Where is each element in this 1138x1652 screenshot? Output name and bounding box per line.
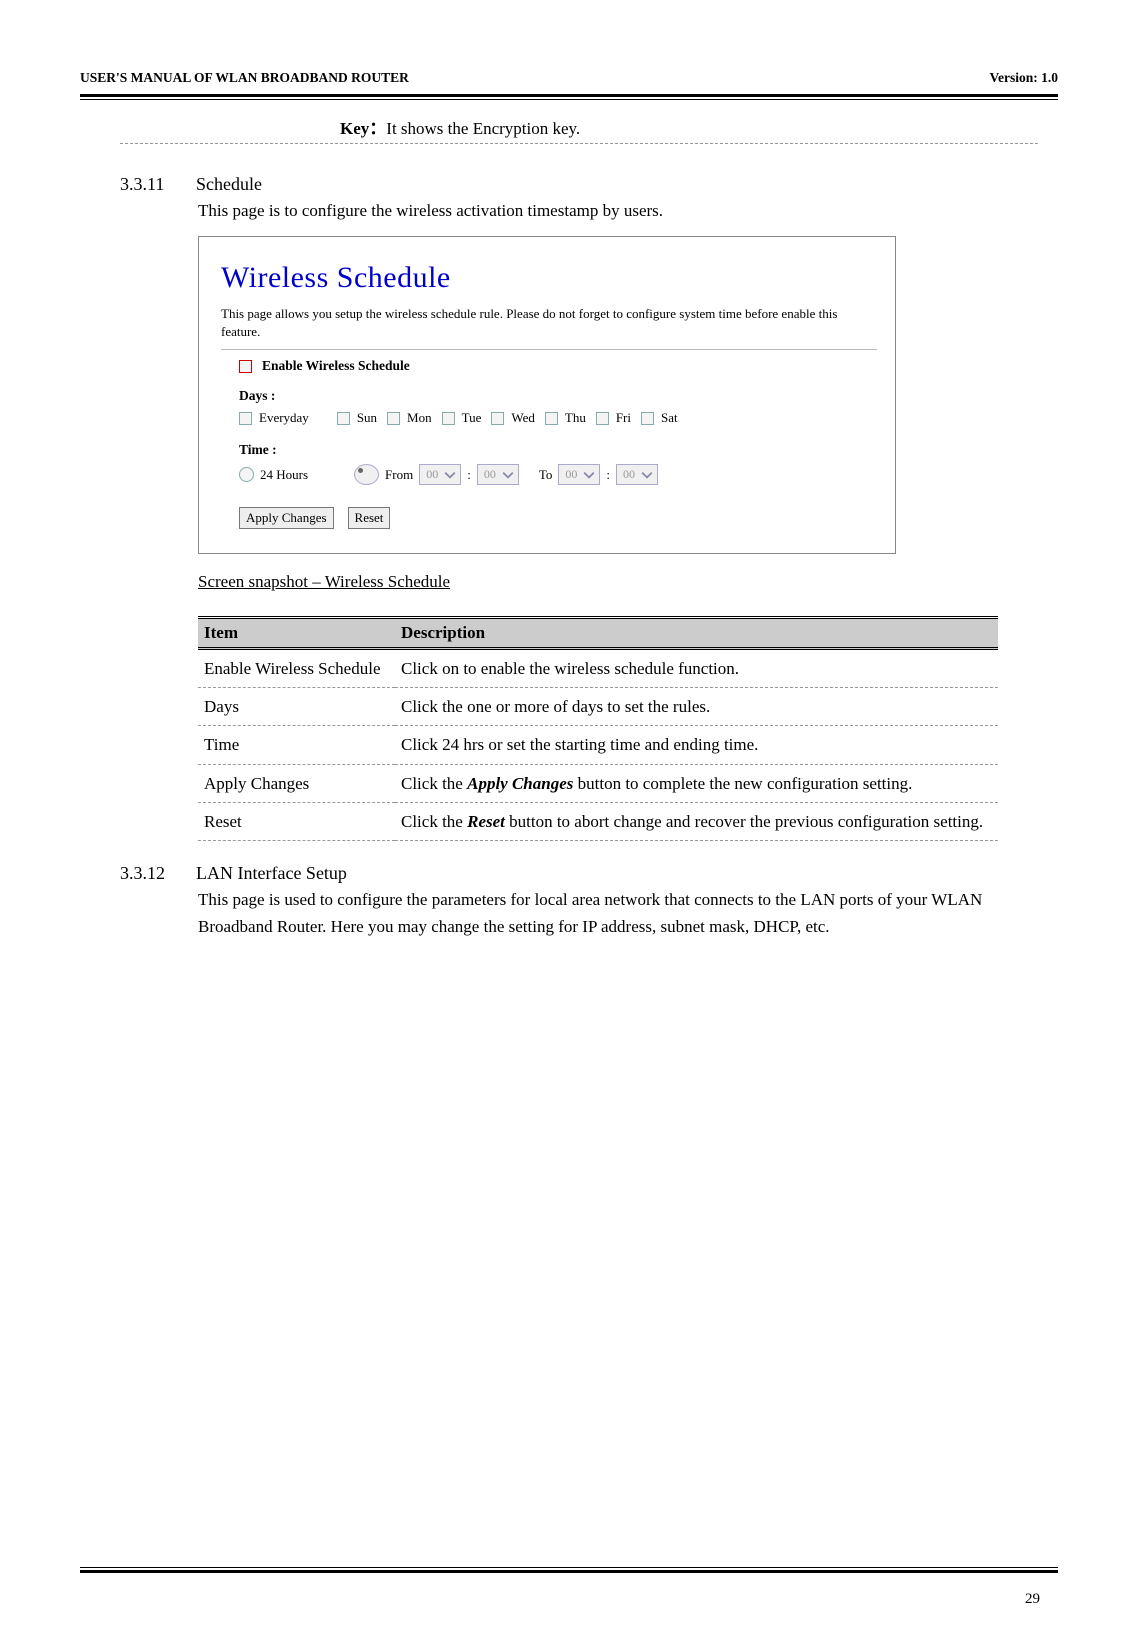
chevron-down-icon (502, 469, 514, 481)
day-label: Wed (511, 410, 535, 426)
table-cell: Click the one or more of days to set the… (395, 688, 998, 726)
wed-checkbox[interactable] (491, 412, 504, 425)
time-label: Time : (239, 442, 877, 458)
header-rule (80, 92, 1058, 100)
key-row: Key：It shows the Encryption key. (120, 114, 1038, 144)
header-right: Version: 1.0 (989, 70, 1058, 86)
table-cell: Enable Wireless Schedule (198, 649, 395, 688)
section-num: 3.3.12 (120, 863, 180, 884)
apply-changes-button[interactable]: Apply Changes (239, 507, 334, 529)
table-header-item: Item (198, 618, 395, 649)
reset-button[interactable]: Reset (348, 507, 391, 529)
to-label: To (539, 467, 553, 483)
table-cell: Click the Apply Changes button to comple… (395, 764, 998, 802)
day-label: Tue (462, 410, 482, 426)
day-label: Fri (616, 410, 631, 426)
table-cell: Days (198, 688, 395, 726)
table-row: Days Click the one or more of days to se… (198, 688, 998, 726)
page-header: USER'S MANUAL OF WLAN BROADBAND ROUTER V… (80, 70, 1058, 92)
colon: : (606, 467, 610, 483)
table-row: Reset Click the Reset button to abort ch… (198, 802, 998, 840)
colon: : (467, 467, 471, 483)
wireless-schedule-screenshot: Wireless Schedule This page allows you s… (198, 236, 896, 554)
table-cell: Click on to enable the wireless schedule… (395, 649, 998, 688)
page-footer: 29 (80, 1567, 1058, 1608)
section-title: Schedule (196, 174, 262, 195)
page-number: 29 (80, 1573, 1058, 1608)
days-row: Everyday Sun Mon Tue Wed Thu Fri Sat (239, 410, 877, 426)
table-row: Enable Wireless Schedule Click on to ena… (198, 649, 998, 688)
day-label: Sat (661, 410, 678, 426)
table-row: Apply Changes Click the Apply Changes bu… (198, 764, 998, 802)
chevron-down-icon (444, 469, 456, 481)
screenshot-title: Wireless Schedule (221, 261, 877, 295)
screenshot-desc: This page allows you setup the wireless … (221, 305, 877, 350)
table-row: Time Click 24 hrs or set the starting ti… (198, 726, 998, 764)
header-left: USER'S MANUAL OF WLAN BROADBAND ROUTER (80, 70, 409, 86)
section-body: This page is used to configure the param… (120, 886, 1038, 940)
time-row: 24 Hours From 00 : 00 To 00 : 00 (239, 464, 877, 485)
table-cell: Reset (198, 802, 395, 840)
enable-checkbox[interactable] (239, 360, 252, 373)
table-cell: Time (198, 726, 395, 764)
mon-checkbox[interactable] (387, 412, 400, 425)
day-label: Thu (565, 410, 586, 426)
fri-checkbox[interactable] (596, 412, 609, 425)
day-label: Everyday (259, 410, 309, 426)
to-min-select[interactable]: 00 (616, 464, 658, 485)
24hours-radio[interactable] (239, 467, 254, 482)
section-num: 3.3.11 (120, 174, 180, 195)
everyday-checkbox[interactable] (239, 412, 252, 425)
table-cell: Apply Changes (198, 764, 395, 802)
day-label: Sun (357, 410, 377, 426)
from-radio[interactable] (354, 464, 379, 485)
sat-checkbox[interactable] (641, 412, 654, 425)
section-heading-lan: 3.3.12 LAN Interface Setup (120, 863, 1038, 884)
days-label: Days : (239, 388, 877, 404)
chevron-down-icon (641, 469, 653, 481)
table-cell: Click the Reset button to abort change a… (395, 802, 998, 840)
to-hour-select[interactable]: 00 (558, 464, 600, 485)
from-hour-select[interactable]: 00 (419, 464, 461, 485)
table-header-desc: Description (395, 618, 998, 649)
thu-checkbox[interactable] (545, 412, 558, 425)
section-intro: This page is to configure the wireless a… (120, 197, 1038, 224)
from-min-select[interactable]: 00 (477, 464, 519, 485)
table-cell: Click 24 hrs or set the starting time an… (395, 726, 998, 764)
from-label: From (385, 467, 413, 483)
section-heading-schedule: 3.3.11 Schedule (120, 174, 1038, 195)
enable-label: Enable Wireless Schedule (262, 358, 410, 374)
chevron-down-icon (583, 469, 595, 481)
key-label: Key： (340, 119, 386, 138)
key-desc: It shows the Encryption key. (386, 119, 580, 138)
sun-checkbox[interactable] (337, 412, 350, 425)
tue-checkbox[interactable] (442, 412, 455, 425)
enable-wireless-schedule-row: Enable Wireless Schedule (239, 358, 877, 374)
section-title: LAN Interface Setup (196, 863, 347, 884)
day-label: Mon (407, 410, 432, 426)
screenshot-caption: Screen snapshot – Wireless Schedule (198, 572, 1038, 592)
24hours-label: 24 Hours (260, 467, 308, 483)
description-table: Item Description Enable Wireless Schedul… (198, 616, 998, 841)
